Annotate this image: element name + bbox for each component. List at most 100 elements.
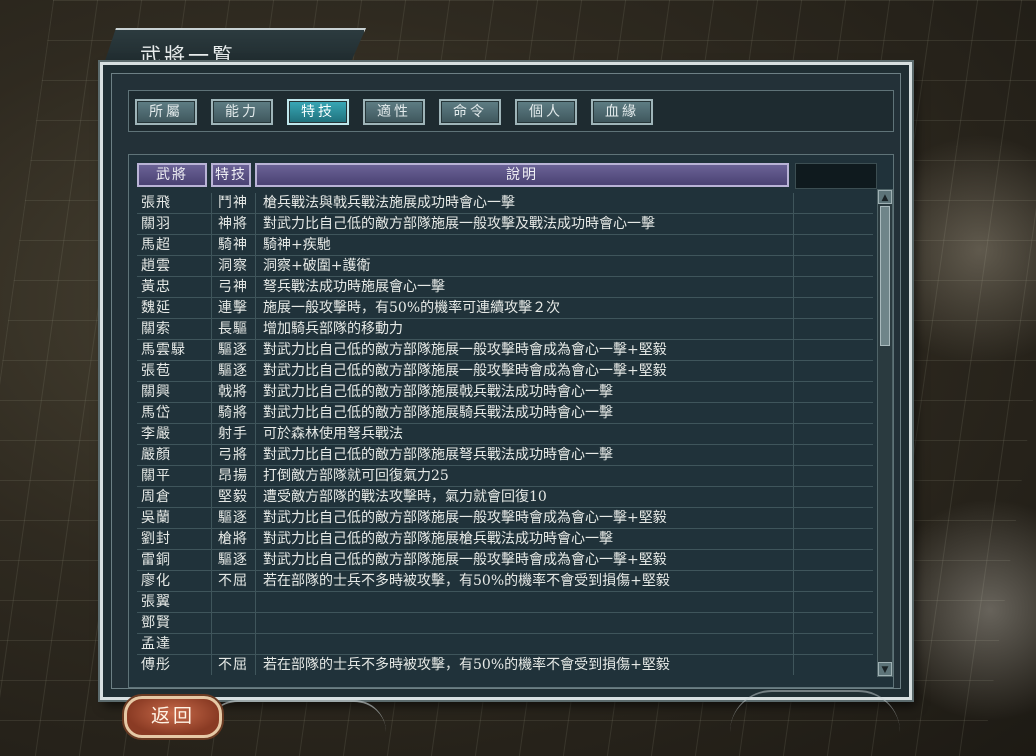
officer-table: 武將 特技 說明 張飛 鬥神 槍兵戰法與戟兵戰法施展成功時會心一擊 關羽 神將 對武力比自… [128,154,894,688]
tab-ability[interactable]: 能力 [211,99,273,125]
skill-cell: 不屈 [218,657,248,673]
tab-bloodline[interactable]: 血緣 [591,99,653,125]
officer-name-cell: 廖化 [141,573,171,589]
description-cell: 對武力比自己低的敵方部隊施展一般攻擊時會成為會心一擊+堅毅 [263,342,667,358]
description-cell: 若在部隊的士兵不多時被攻擊，有50%的機率不會受到損傷+堅毅 [263,657,670,673]
table-row[interactable]: 李嚴 射手 可於森林使用弩兵戰法 [137,424,873,445]
skill-cell: 驅逐 [218,510,248,526]
skill-cell: 戟將 [218,384,248,400]
table-row[interactable]: 鄧賢 [137,613,873,634]
officer-name-cell: 鄧賢 [141,615,171,631]
officer-name-cell: 馬岱 [141,405,171,421]
tab-affiliation[interactable]: 所屬 [135,99,197,125]
skill-cell: 昂揚 [218,468,248,484]
officer-name-cell: 黃忠 [141,279,171,295]
table-row[interactable]: 關平 昂揚 打倒敵方部隊就可回復氣力25 [137,466,873,487]
skill-cell: 槍將 [218,531,248,547]
header-blank [795,163,877,189]
tab-skill[interactable]: 特技 [287,99,349,125]
header-skill[interactable]: 特技 [211,163,251,187]
table-row[interactable]: 馬岱 騎將 對武力比自己低的敵方部隊施展騎兵戰法成功時會心一擊 [137,403,873,424]
header-officer[interactable]: 武將 [137,163,207,187]
table-row[interactable]: 雷銅 驅逐 對武力比自己低的敵方部隊施展一般攻擊時會成為會心一擊+堅毅 [137,550,873,571]
back-button[interactable]: 返回 [124,696,222,738]
skill-cell: 長驅 [218,321,248,337]
skill-cell [213,613,253,633]
table-row[interactable]: 張翼 [137,592,873,613]
officer-name-cell: 馬超 [141,237,171,253]
table-row[interactable]: 關羽 神將 對武力比自己低的敵方部隊施展一般攻擊及戰法成功時會心一擊 [137,214,873,235]
description-cell: 槍兵戰法與戟兵戰法施展成功時會心一擊 [263,195,515,211]
officer-name-cell: 關羽 [141,216,171,232]
officer-name-cell: 周倉 [141,489,171,505]
officer-name-cell: 魏延 [141,300,171,316]
skill-cell: 射手 [218,426,248,442]
table-row[interactable]: 馬雲騄 驅逐 對武力比自己低的敵方部隊施展一般攻擊時會成為會心一擊+堅毅 [137,340,873,361]
officer-name-cell: 雷銅 [141,552,171,568]
table-row[interactable]: 魏延 連擊 施展一般攻擊時，有50%的機率可連續攻擊２次 [137,298,873,319]
officer-name-cell: 關索 [141,321,171,337]
officer-name-cell: 李嚴 [141,426,171,442]
skill-cell: 騎將 [218,405,248,421]
table-row[interactable]: 周倉 堅毅 遭受敵方部隊的戰法攻擊時，氣力就會回復10 [137,487,873,508]
cloud-ornament [730,690,900,732]
tab-command[interactable]: 命令 [439,99,501,125]
table-row[interactable]: 黃忠 弓神 弩兵戰法成功時施展會心一擊 [137,277,873,298]
skill-cell: 堅毅 [218,489,248,505]
skill-cell: 不屈 [218,573,248,589]
description-cell: 洞察+破圍+護衛 [263,258,371,274]
skill-cell: 驅逐 [218,552,248,568]
officer-name-cell: 張飛 [141,195,171,211]
skill-cell: 驅逐 [218,342,248,358]
skill-cell: 弓將 [218,447,248,463]
table-row[interactable]: 關興 戟將 對武力比自己低的敵方部隊施展戟兵戰法成功時會心一擊 [137,382,873,403]
description-cell: 增加騎兵部隊的移動力 [263,321,403,337]
table-body: 張飛 鬥神 槍兵戰法與戟兵戰法施展成功時會心一擊 關羽 神將 對武力比自己低的敵方部隊施展… [137,193,873,675]
table-row[interactable]: 趙雲 洞察 洞察+破圍+護衛 [137,256,873,277]
table-row[interactable]: 張飛 鬥神 槍兵戰法與戟兵戰法施展成功時會心一擊 [137,193,873,214]
skill-cell: 連擊 [218,300,248,316]
skill-cell: 騎神 [218,237,248,253]
scroll-thumb[interactable] [880,206,890,346]
officer-name-cell: 張翼 [141,594,171,610]
tab-aptitude[interactable]: 適性 [363,99,425,125]
tab-personal[interactable]: 個人 [515,99,577,125]
table-row[interactable]: 馬超 騎神 騎神+疾馳 [137,235,873,256]
officer-name-cell: 趙雲 [141,258,171,274]
description-cell: 對武力比自己低的敵方部隊施展騎兵戰法成功時會心一擊 [263,405,613,421]
description-cell [261,634,793,654]
table-row[interactable]: 張苞 驅逐 對武力比自己低的敵方部隊施展一般攻擊時會成為會心一擊+堅毅 [137,361,873,382]
description-cell: 弩兵戰法成功時施展會心一擊 [263,279,445,295]
description-cell: 對武力比自己低的敵方部隊施展弩兵戰法成功時會心一擊 [263,447,613,463]
map-terrain [900,480,1036,740]
description-cell [261,592,793,612]
tab-bar: 所屬 能力 特技 適性 命令 個人 血緣 [128,90,894,132]
table-row[interactable]: 吳蘭 驅逐 對武力比自己低的敵方部隊施展一般攻擊時會成為會心一擊+堅毅 [137,508,873,529]
officer-name-cell: 劉封 [141,531,171,547]
description-cell: 對武力比自己低的敵方部隊施展一般攻擊及戰法成功時會心一擊 [263,216,655,232]
table-row[interactable]: 關索 長驅 增加騎兵部隊的移動力 [137,319,873,340]
description-cell: 對武力比自己低的敵方部隊施展一般攻擊時會成為會心一擊+堅毅 [263,363,667,379]
window-body: 所屬 能力 特技 適性 命令 個人 血緣 武將 特技 說明 張飛 鬥神 槍兵戰法與戟… [111,73,901,689]
description-cell: 遭受敵方部隊的戰法攻擊時，氣力就會回復10 [263,489,547,505]
scroll-up-icon[interactable]: ▲ [878,190,892,204]
officer-list-window: 所屬 能力 特技 適性 命令 個人 血緣 武將 特技 說明 張飛 鬥神 槍兵戰法與戟… [100,62,912,700]
vertical-scrollbar[interactable]: ▲ ▼ [877,189,893,677]
table-row[interactable]: 劉封 槍將 對武力比自己低的敵方部隊施展槍兵戰法成功時會心一擊 [137,529,873,550]
officer-name-cell: 關平 [141,468,171,484]
scroll-down-icon[interactable]: ▼ [878,662,892,676]
description-cell: 騎神+疾馳 [263,237,331,253]
description-cell: 對武力比自己低的敵方部隊施展一般攻擊時會成為會心一擊+堅毅 [263,552,667,568]
table-row[interactable]: 孟達 [137,634,873,655]
cloud-ornament [206,700,386,732]
description-cell: 對武力比自己低的敵方部隊施展槍兵戰法成功時會心一擊 [263,531,613,547]
description-cell: 施展一般攻擊時，有50%的機率可連續攻擊２次 [263,300,561,316]
officer-name-cell: 吳蘭 [141,510,171,526]
skill-cell: 弓神 [218,279,248,295]
table-row[interactable]: 嚴顏 弓將 對武力比自己低的敵方部隊施展弩兵戰法成功時會心一擊 [137,445,873,466]
table-row[interactable]: 傅彤 不屈 若在部隊的士兵不多時被攻擊，有50%的機率不會受到損傷+堅毅 [137,655,873,675]
table-row[interactable]: 廖化 不屈 若在部隊的士兵不多時被攻擊，有50%的機率不會受到損傷+堅毅 [137,571,873,592]
header-description[interactable]: 說明 [255,163,789,187]
officer-name-cell: 關興 [141,384,171,400]
officer-name-cell: 傅彤 [141,657,171,673]
